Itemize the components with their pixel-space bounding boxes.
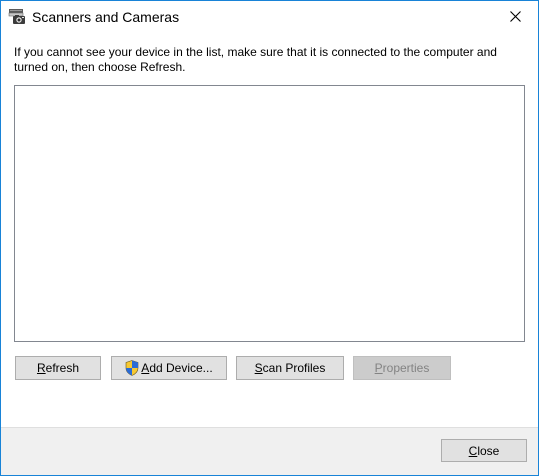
scan-profiles-label: can Profiles xyxy=(262,361,326,375)
add-device-label: dd Device... xyxy=(149,361,213,375)
scan-profiles-mnemonic: S xyxy=(254,361,263,375)
scanner-camera-icon xyxy=(8,7,26,25)
window-title: Scanners and Cameras xyxy=(32,9,180,25)
refresh-mnemonic: R xyxy=(36,361,46,375)
scan-profiles-button[interactable]: Scan Profiles xyxy=(236,356,344,380)
scanners-cameras-dialog: Scanners and Cameras If you cannot see y… xyxy=(0,0,539,476)
dialog-content: If you cannot see your device in the lis… xyxy=(1,32,538,427)
properties-button[interactable]: Properties xyxy=(353,356,451,380)
dialog-footer: Close xyxy=(1,427,538,475)
device-list[interactable] xyxy=(14,85,525,342)
close-mnemonic: C xyxy=(468,443,478,458)
instructions-text: If you cannot see your device in the lis… xyxy=(14,45,497,74)
properties-mnemonic: P xyxy=(374,361,383,375)
close-button[interactable]: Close xyxy=(441,439,527,462)
close-icon[interactable] xyxy=(492,1,538,32)
close-label: lose xyxy=(477,443,500,458)
refresh-label: efresh xyxy=(45,361,80,375)
refresh-button[interactable]: Refresh xyxy=(15,356,101,380)
properties-label: roperties xyxy=(382,361,430,375)
add-device-button[interactable]: Add Device... xyxy=(111,356,227,380)
uac-shield-icon xyxy=(125,360,139,376)
add-device-mnemonic: A xyxy=(141,361,150,375)
title-bar[interactable]: Scanners and Cameras xyxy=(1,1,538,32)
